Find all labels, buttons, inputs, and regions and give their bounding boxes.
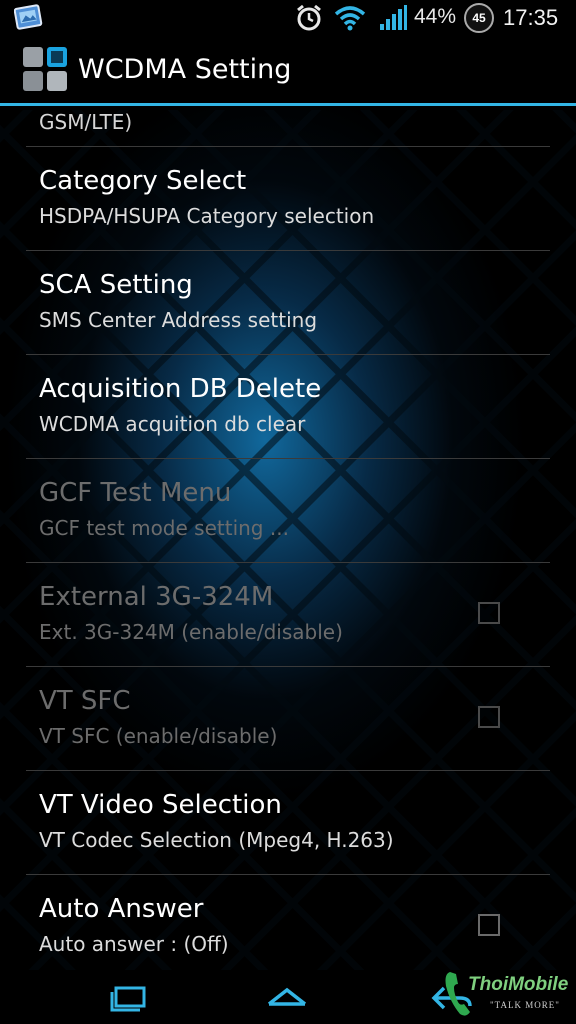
- list-item-subtitle: Auto answer : (Off): [39, 932, 229, 956]
- battery-badge-icon: 45: [464, 3, 494, 33]
- list-item-title: Auto Answer: [39, 894, 204, 924]
- list-item-title: VT Video Selection: [39, 790, 282, 820]
- recent-apps-icon[interactable]: [108, 982, 150, 1014]
- alarm-icon: [297, 4, 321, 31]
- list-item-title: Category Select: [39, 166, 247, 196]
- list-item-vt-video-selection[interactable]: VT Video Selection VT Codec Selection (M…: [0, 770, 576, 874]
- list-item-title: GCF Test Menu: [39, 478, 232, 508]
- signal-icon: [380, 5, 407, 30]
- settings-list: GSM/LTE) Category Select HSDPA/HSUPA Cat…: [0, 106, 576, 972]
- list-item-subtitle: HSDPA/HSUPA Category selection: [39, 204, 375, 228]
- list-item-subtitle: Ext. 3G-324M (enable/disable): [39, 620, 343, 644]
- list-item-title: VT SFC: [39, 686, 131, 716]
- watermark-text: ThoiMobile: [468, 974, 569, 995]
- list-item-title: Acquisition DB Delete: [39, 374, 322, 404]
- list-item-subtitle: VT Codec Selection (Mpeg4, H.263): [39, 828, 394, 852]
- list-item-title: External 3G-324M: [39, 582, 274, 612]
- watermark: ThoiMobile "TALK MORE": [442, 966, 574, 1024]
- app-grid-icon[interactable]: [22, 46, 68, 92]
- vt-sfc-checkbox: [478, 706, 500, 728]
- list-item-subtitle: SMS Center Address setting: [39, 308, 318, 332]
- list-item-acquisition-db-delete[interactable]: Acquisition DB Delete WCDMA acquition db…: [0, 354, 576, 458]
- list-item-auto-answer[interactable]: Auto Answer Auto answer : (Off): [0, 874, 576, 972]
- battery-percentage: 44%: [414, 5, 457, 28]
- auto-answer-checkbox[interactable]: [478, 914, 500, 936]
- list-item-subtitle: WCDMA acquition db clear: [39, 412, 306, 436]
- list-item-subtitle: VT SFC (enable/disable): [39, 724, 278, 748]
- list-item-subtitle: GCF test mode setting ...: [39, 516, 289, 540]
- action-bar: WCDMA Setting: [0, 36, 576, 106]
- wifi-icon: [334, 6, 366, 31]
- external-3g-324m-checkbox: [478, 602, 500, 624]
- screen: 44% 45 17:35 WCDMA Setting GSM/LTE) Cate…: [0, 0, 576, 1024]
- status-bar: 44% 45 17:35: [0, 0, 576, 36]
- list-item-category-select[interactable]: Category Select HSDPA/HSUPA Category sel…: [0, 146, 576, 250]
- gallery-notification-icon: [14, 4, 43, 30]
- home-icon[interactable]: [266, 984, 308, 1012]
- list-item-title: SCA Setting: [39, 270, 193, 300]
- page-title: WCDMA Setting: [78, 54, 292, 85]
- watermark-tagline: "TALK MORE": [490, 1000, 560, 1010]
- clock: 17:35: [503, 5, 559, 30]
- partial-list-item-text: GSM/LTE): [39, 110, 133, 134]
- list-item-gcf-test-menu: GCF Test Menu GCF test mode setting ...: [0, 458, 576, 562]
- list-item-vt-sfc: VT SFC VT SFC (enable/disable): [0, 666, 576, 770]
- list-item-external-3g-324m: External 3G-324M Ext. 3G-324M (enable/di…: [0, 562, 576, 666]
- list-item-sca-setting[interactable]: SCA Setting SMS Center Address setting: [0, 250, 576, 354]
